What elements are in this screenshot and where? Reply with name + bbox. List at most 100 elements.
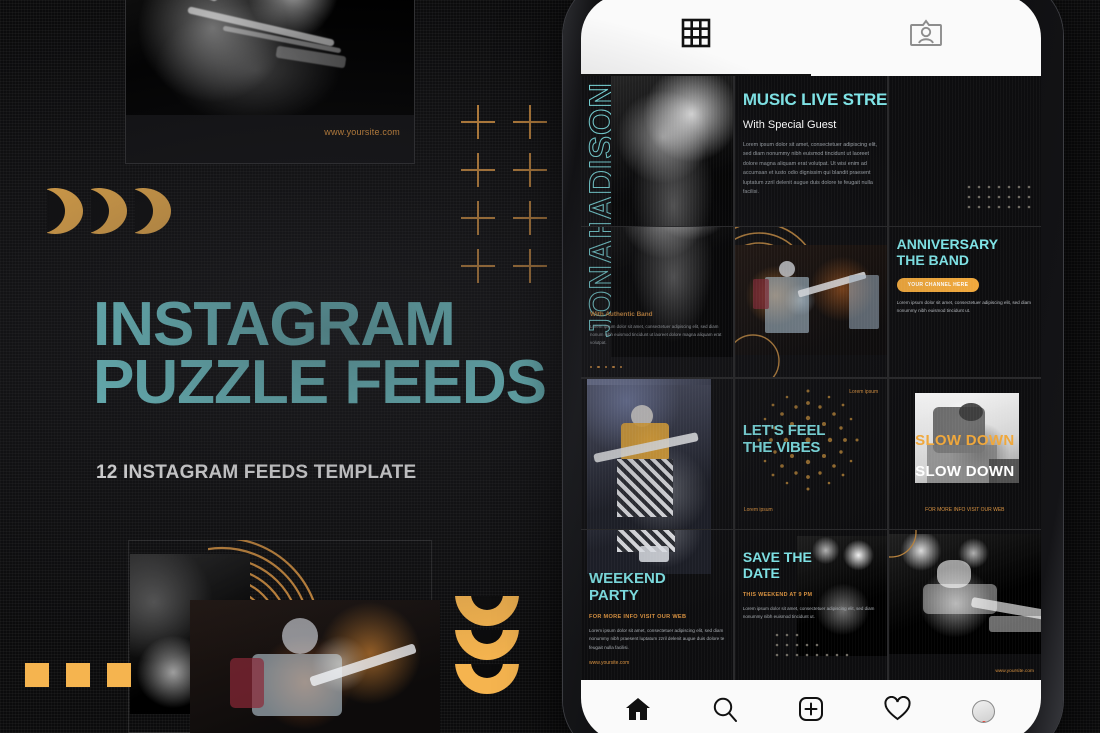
feed-post-9[interactable]: SLOW DOWN SLOW DOWN SLOW DOWN FOR MORE I… (888, 378, 1041, 529)
savedate-line-1: SAVE THE (742, 549, 812, 566)
vibes-line-1: LET'S FEEL (742, 421, 826, 439)
madison-caption-block: With Authentic Band Lorem ipsum dolor si… (590, 311, 725, 347)
music-body: Lorem ipsum dolor sit amet, consectetuer… (742, 142, 878, 196)
search-icon (712, 696, 738, 727)
plus-icon (455, 148, 507, 196)
circle-outline-decoration (734, 334, 780, 378)
vibes-label-top: Lorem ipsum (849, 388, 879, 395)
top-card-url: www.yoursite.com (324, 127, 400, 137)
vibes-line-2: THE VIBES (742, 438, 821, 456)
bassist-photo-lower (587, 530, 711, 575)
music-subhead: With Special Guest (742, 119, 837, 131)
bottom-nav-bar (581, 680, 1041, 733)
feed-post-12[interactable]: www.yoursite.com (888, 530, 1041, 680)
square-icon (25, 663, 49, 687)
feed-post-3[interactable] (888, 76, 1041, 226)
vibes-block: LET'S FEEL THE VIBES (742, 421, 881, 457)
square-icon (107, 663, 131, 687)
feed-post-2[interactable]: MUSIC LIVE STREAMING With Special Guest … (734, 76, 888, 226)
heart-icon (884, 695, 911, 727)
feed-post-10[interactable]: WEEKEND PARTY FOR MORE INFO VISIT OUR WEB… (581, 530, 734, 680)
feed-post-11[interactable]: SAVE THE DATE THIS WEEKEND AT 9 PM Lorem … (734, 530, 888, 680)
top-photo-card: www.yoursite.com (125, 0, 415, 164)
feed-post-1[interactable]: MADISON (581, 76, 734, 226)
square-decoration (25, 663, 131, 687)
u-arc-icon (455, 630, 519, 660)
slowdown-line-2: SLOW DOWN (915, 431, 1015, 449)
dot-mesh-decoration (773, 631, 851, 670)
nav-home[interactable] (617, 690, 659, 732)
puzzle-feed-grid: MADISON MUSIC LIVE STREAMING With Specia… (581, 76, 1041, 680)
madison-body: Lorem ipsum dolor sit amet, consectetuer… (590, 323, 722, 346)
bottom-photo-collage (120, 534, 440, 733)
anniversary-block: ANNIVERSARY THE BAND YOUR CHANNEL HERE Lo… (896, 237, 1035, 315)
plus-icon (507, 244, 559, 292)
nav-profile[interactable] (963, 690, 1005, 732)
music-streaming-block: MUSIC LIVE STREAMING With Special Guest … (742, 90, 888, 198)
grid-icon (681, 18, 711, 53)
phone-mockup: MADISON MUSIC LIVE STREAMING With Specia… (563, 0, 1063, 733)
notification-dot (981, 720, 987, 722)
guitarist-photo-top (126, 0, 414, 115)
feed-post-8[interactable]: Lorem ipsum LET'S FEEL THE VIBES Lorem ip… (734, 378, 888, 529)
vibes-label-bottom: Lorem ipsum (743, 506, 773, 513)
nav-create[interactable] (790, 690, 832, 732)
dot-mesh-decoration (965, 183, 1037, 222)
plus-square-icon (798, 696, 824, 727)
feed-post-5[interactable] (734, 227, 888, 378)
poster-stage: www.yoursite.com INSTAGRAM PUZZLE FEEDS 1… (0, 0, 1100, 733)
person-tag-icon (910, 18, 942, 53)
phone-screen: MADISON MUSIC LIVE STREAMING With Specia… (581, 0, 1041, 733)
nav-activity[interactable] (876, 690, 918, 732)
anniversary-body: Lorem ipsum dolor sit amet, consectetuer… (896, 299, 1031, 313)
savedate-body: Lorem ipsum dolor sit amet, consectetuer… (742, 606, 875, 620)
nav-search[interactable] (704, 690, 746, 732)
bassist-photo (587, 378, 711, 529)
title-line-2: PUZZLE FEEDS (93, 347, 547, 417)
u-arc-icon (455, 596, 519, 626)
crescent-icon (135, 188, 171, 234)
crescent-decoration (47, 188, 171, 234)
profile-tab-bar (581, 0, 1041, 76)
grid-tab[interactable] (581, 0, 811, 76)
plus-icon (507, 196, 559, 244)
promo-panel: www.yoursite.com INSTAGRAM PUZZLE FEEDS 1… (0, 0, 580, 733)
savedate-caption: THIS WEEKEND AT 9 PM (742, 592, 813, 599)
dot-row-decoration (590, 365, 622, 369)
page-subtitle: 12 INSTAGRAM FEEDS TEMPLATE (96, 462, 417, 483)
phone-bezel: MADISON MUSIC LIVE STREAMING With Specia… (581, 0, 1041, 733)
slowdown-caption: FOR MORE INFO VISIT OUR WEB (925, 506, 1005, 513)
weekend-line-1: WEEKEND (589, 570, 666, 588)
feed-post-4[interactable]: JONAH With Authentic Band Lorem ipsum do… (581, 227, 734, 378)
crescent-icon (47, 188, 83, 234)
savedate-block: SAVE THE DATE THIS WEEKEND AT 9 PM Lorem … (742, 549, 881, 622)
music-headline: MUSIC LIVE STREAMING (742, 90, 888, 109)
savedate-line-2: DATE (742, 565, 780, 582)
page-title: INSTAGRAM PUZZLE FEEDS (93, 294, 547, 417)
plus-icon (455, 100, 507, 148)
anniversary-line-2: THE BAND (896, 252, 969, 269)
crescent-icon (91, 188, 127, 234)
your-channel-button[interactable]: YOUR CHANNEL HERE (896, 277, 980, 292)
weekend-caption: FOR MORE INFO VISIT OUR WEB (589, 613, 687, 620)
square-icon (66, 663, 90, 687)
madison-caption: With Authentic Band (590, 310, 653, 318)
singer-photo (611, 76, 734, 226)
tagged-tab[interactable] (811, 0, 1041, 76)
weekend-body: Lorem ipsum dolor sit amet, consectetuer… (589, 627, 725, 650)
slowdown-block: SLOW DOWN SLOW DOWN SLOW DOWN FOR MORE I… (889, 379, 1041, 529)
guitar-post-url: www.yoursite.com (995, 669, 1034, 674)
circle-outline-decoration (888, 530, 917, 558)
plus-icon (507, 148, 559, 196)
weekend-line-2: PARTY (589, 587, 639, 605)
plus-icon (507, 100, 559, 148)
weekend-url: www.yoursite.com (589, 660, 630, 666)
u-arc-decoration (455, 596, 519, 698)
plus-icon (455, 196, 507, 244)
plus-grid-decoration (455, 100, 559, 292)
avatar-icon (972, 699, 996, 723)
feed-post-7[interactable] (581, 378, 734, 529)
plus-icon (455, 244, 507, 292)
u-arc-icon (455, 664, 519, 694)
feed-post-6[interactable]: ANNIVERSARY THE BAND YOUR CHANNEL HERE Lo… (888, 227, 1041, 378)
